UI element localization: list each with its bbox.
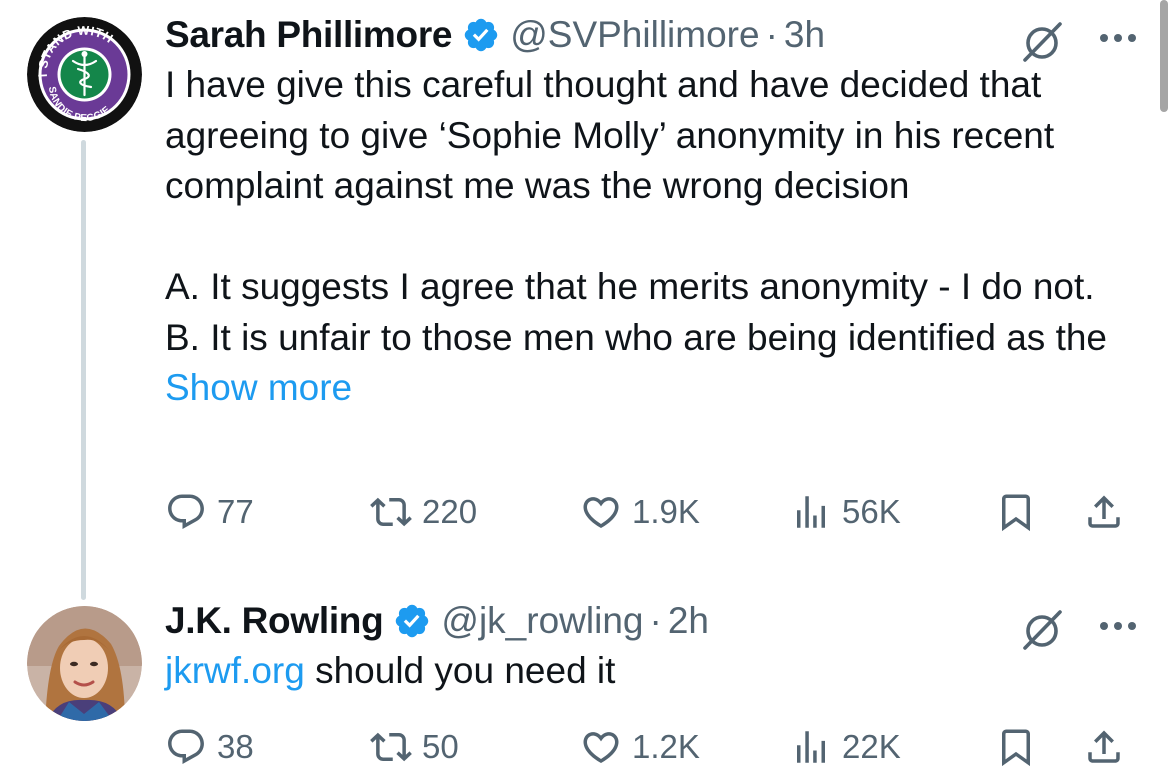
show-more-link[interactable]: Show more [165, 367, 352, 408]
timestamp[interactable]: 3h [784, 14, 825, 56]
views-chart-icon [797, 496, 825, 528]
tweet-text-body: I have give this careful thought and hav… [165, 64, 1108, 358]
reply-icon [168, 494, 204, 529]
tweet-header: Sarah Phillimore @SVPhillimore · 3h [165, 10, 1140, 60]
bookmark-icon [1002, 494, 1030, 532]
tweet-text: jkrwf.org should you need it [165, 646, 1140, 697]
share-button[interactable] [1083, 487, 1125, 537]
retweet-button[interactable]: 50 [370, 722, 459, 772]
tweet[interactable]: I STAND WITH SANDIE PEGGIE Sarah Phillim… [0, 0, 1170, 600]
like-button[interactable]: 1.9K [580, 487, 700, 537]
verified-badge-icon [396, 604, 429, 638]
views-button[interactable]: 22K [790, 722, 901, 772]
tweet-content: J.K. Rowling @jk_rowling · 2h jkrwf.org … [165, 596, 1140, 697]
retweet-icon [370, 732, 412, 762]
tweet-text: I have give this careful thought and hav… [165, 60, 1140, 414]
timestamp[interactable]: 2h [668, 600, 709, 642]
share-icon [1088, 495, 1120, 528]
share-icon [1088, 730, 1120, 763]
heart-icon [583, 732, 619, 764]
avatar[interactable] [27, 606, 142, 721]
retweet-button[interactable]: 220 [370, 487, 477, 537]
reply-count: 38 [217, 728, 254, 765]
retweet-count: 50 [422, 728, 459, 765]
more-options-icon[interactable] [1098, 620, 1138, 632]
profile-photo-icon [27, 606, 142, 721]
reply-icon [168, 729, 204, 764]
heart-icon [583, 497, 619, 529]
view-count: 56K [842, 493, 901, 530]
avatar[interactable]: I STAND WITH SANDIE PEGGIE [27, 17, 142, 132]
view-count: 22K [842, 728, 901, 765]
tweet[interactable]: J.K. Rowling @jk_rowling · 2h jkrwf.org … [0, 590, 1170, 782]
tweet-content: Sarah Phillimore @SVPhillimore · 3h I ha… [165, 10, 1140, 414]
separator-dot: · [649, 600, 662, 641]
grok-icon[interactable] [1019, 18, 1065, 64]
thread-line [81, 140, 86, 600]
retweet-icon [370, 497, 412, 527]
verified-badge-icon [464, 18, 498, 52]
bookmark-icon [1002, 729, 1030, 767]
reply-count: 77 [217, 493, 254, 530]
more-options-icon[interactable] [1098, 32, 1138, 44]
author-handle[interactable]: @SVPhillimore [510, 14, 759, 56]
tweet-link[interactable]: jkrwf.org [165, 650, 305, 691]
stand-with-sandie-peggie-badge-icon: I STAND WITH SANDIE PEGGIE [27, 17, 142, 132]
author-name[interactable]: Sarah Phillimore [165, 14, 453, 56]
views-chart-icon [797, 731, 825, 763]
views-button[interactable]: 56K [790, 487, 901, 537]
like-count: 1.9K [632, 493, 700, 530]
action-bar: 77 220 1.9K 56K [165, 487, 1140, 537]
author-handle[interactable]: @jk_rowling [441, 600, 643, 642]
bookmark-button[interactable] [995, 722, 1037, 772]
bookmark-button[interactable] [995, 487, 1037, 537]
share-button[interactable] [1083, 722, 1125, 772]
reply-button[interactable]: 77 [165, 487, 254, 537]
retweet-count: 220 [422, 493, 478, 530]
grok-icon[interactable] [1019, 606, 1065, 652]
scrollbar[interactable] [1160, 0, 1168, 112]
separator-dot: · [765, 14, 778, 55]
action-bar: 38 50 1.2K 22K [165, 722, 1140, 772]
author-name[interactable]: J.K. Rowling [165, 600, 384, 642]
tweet-header: J.K. Rowling @jk_rowling · 2h [165, 596, 1140, 646]
like-count: 1.2K [632, 728, 700, 765]
like-button[interactable]: 1.2K [580, 722, 700, 772]
tweet-text-body: should you need it [304, 650, 616, 691]
reply-button[interactable]: 38 [165, 722, 254, 772]
